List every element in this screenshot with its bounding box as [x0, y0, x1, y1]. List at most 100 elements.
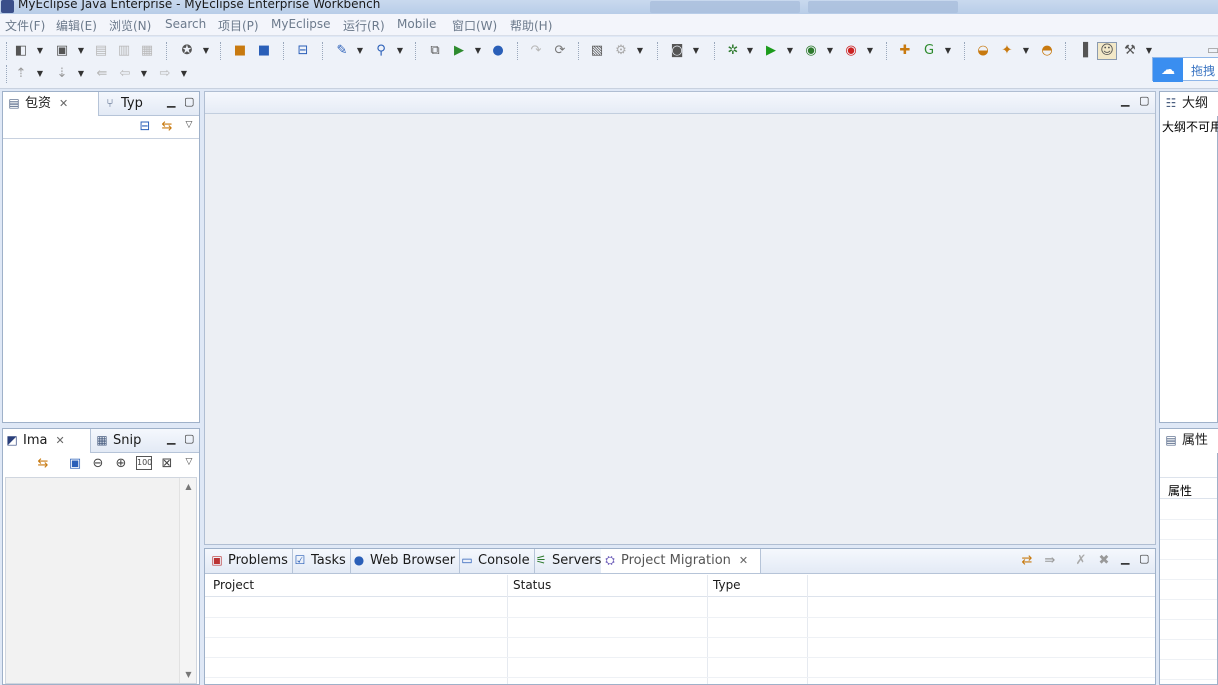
menu-navigate[interactable]: 浏览(N) — [109, 17, 151, 34]
forward-icon[interactable]: ⇨ — [157, 66, 173, 82]
run-config-dropdown-icon[interactable]: ▼ — [474, 43, 482, 59]
link-icon[interactable]: ⇆ — [35, 456, 51, 472]
tab-snippets[interactable]: ▦ Snip — [93, 429, 141, 453]
forward-dropdown-icon[interactable]: ▼ — [180, 66, 188, 82]
new-icon[interactable]: ◧ — [13, 43, 29, 59]
save-icon[interactable]: ▤ — [93, 43, 109, 59]
search-dropdown-icon[interactable]: ▼ — [396, 43, 404, 59]
zoom-in-icon[interactable]: ⊕ — [113, 456, 129, 472]
open-type-dropdown-icon[interactable]: ▼ — [202, 43, 210, 59]
maximize-icon[interactable]: ▢ — [1139, 94, 1149, 107]
properties-column-header[interactable]: 属性 — [1160, 477, 1217, 499]
settings-dropdown-icon[interactable]: ▼ — [636, 43, 644, 59]
tab-tasks[interactable]: ☑ Tasks — [291, 549, 351, 573]
coverage-icon[interactable]: ◉ — [803, 43, 819, 59]
minimize-icon[interactable]: ▁ — [1121, 552, 1129, 565]
link-with-editor-icon[interactable]: ⇆ — [159, 119, 175, 135]
next-annotation-dropdown-icon[interactable]: ▼ — [77, 66, 85, 82]
fit-window-icon[interactable]: ⊠ — [159, 456, 175, 472]
new-web-project-icon[interactable]: ▧ — [589, 43, 605, 59]
settings-icon[interactable]: ⚙ — [613, 43, 629, 59]
close-icon[interactable]: ✕ — [55, 434, 64, 447]
cloud-drag-button[interactable]: ☁ 拖拽 — [1152, 57, 1218, 82]
tab-web-browser[interactable]: ● Web Browser — [350, 549, 461, 573]
server-lock-icon[interactable]: ⊟ — [295, 43, 311, 59]
annotation-dropdown-icon[interactable]: ▼ — [36, 66, 44, 82]
close-icon[interactable]: ✕ — [59, 97, 68, 110]
edit-dropdown-icon[interactable]: ▼ — [356, 43, 364, 59]
external-tools-dropdown-icon[interactable]: ▼ — [866, 43, 874, 59]
run-icon[interactable]: ▶ — [763, 43, 779, 59]
new-package-icon[interactable]: G — [921, 43, 937, 59]
tab-problems[interactable]: ▣ Problems — [208, 549, 293, 573]
maximize-icon[interactable]: ▢ — [184, 95, 194, 108]
search-icon[interactable]: ⚲ — [373, 43, 389, 59]
remove-all-icon[interactable]: ✖ — [1096, 553, 1112, 569]
menu-mobile[interactable]: Mobile — [397, 17, 436, 31]
globe-icon[interactable]: ● — [490, 43, 506, 59]
view-menu-icon[interactable]: ▽ — [181, 117, 197, 133]
open-folder-icon[interactable]: ◒ — [975, 43, 991, 59]
menu-window[interactable]: 窗口(W) — [452, 17, 497, 34]
redo-icon[interactable]: ↷ — [528, 43, 544, 59]
wand-icon[interactable]: ✦ — [999, 43, 1015, 59]
menu-edit[interactable]: 编辑(E) — [56, 17, 97, 34]
external-tools-icon[interactable]: ◉ — [843, 43, 859, 59]
menu-help[interactable]: 帮助(H) — [510, 17, 552, 34]
edit-icon[interactable]: ✎ — [334, 43, 350, 59]
run-dropdown-icon[interactable]: ▼ — [786, 43, 794, 59]
expand-icon[interactable]: ⇛ — [1042, 553, 1058, 569]
back-dropdown-icon[interactable]: ▼ — [140, 66, 148, 82]
new-package-dropdown-icon[interactable]: ▼ — [944, 43, 952, 59]
view-menu-icon[interactable]: ▽ — [181, 454, 197, 470]
new-class-icon[interactable]: ✚ — [897, 43, 913, 59]
save-all-icon[interactable]: ▥ — [116, 43, 132, 59]
minimize-icon[interactable]: ▁ — [167, 95, 175, 108]
refresh-icon[interactable]: ⟳ — [552, 43, 568, 59]
collapse-all-icon[interactable]: ⊟ — [137, 119, 153, 135]
new-project-icon[interactable]: ▣ — [54, 43, 70, 59]
refresh-migration-icon[interactable]: ⇄ — [1019, 553, 1035, 569]
camera-icon[interactable]: ◙ — [669, 43, 685, 59]
menu-run[interactable]: 运行(R) — [343, 17, 385, 34]
next-annotation-icon[interactable]: ⇣ — [54, 66, 70, 82]
coverage-dropdown-icon[interactable]: ▼ — [826, 43, 834, 59]
scroll-up-icon[interactable]: ▲ — [180, 482, 197, 491]
debug-dropdown-icon[interactable]: ▼ — [746, 43, 754, 59]
new-project-dropdown-icon[interactable]: ▼ — [77, 43, 85, 59]
minimize-icon[interactable]: ▁ — [1121, 94, 1129, 107]
perspective-java-icon[interactable]: ▐ — [1075, 43, 1091, 59]
minimize-icon[interactable]: ▁ — [167, 432, 175, 445]
run-config-icon[interactable]: ▶ — [451, 43, 467, 59]
tab-image-preview[interactable]: ◩ Ima ✕ — [3, 429, 91, 453]
new-dropdown-icon[interactable]: ▼ — [36, 43, 44, 59]
menu-search[interactable]: Search — [165, 17, 206, 31]
tab-type-hierarchy[interactable]: ⑂ Typ — [101, 92, 142, 116]
open-type-icon[interactable]: ✪ — [179, 43, 195, 59]
column-project[interactable]: Project — [213, 578, 254, 592]
scroll-down-icon[interactable]: ▼ — [180, 670, 197, 679]
annotation-icon[interactable]: ⇡ — [13, 66, 29, 82]
maximize-icon[interactable]: ▢ — [184, 432, 194, 445]
menu-project[interactable]: 项目(P) — [218, 17, 259, 34]
tab-outline[interactable]: ☷ 大纲 — [1160, 92, 1218, 116]
remove-icon[interactable]: ✗ — [1073, 553, 1089, 569]
tab-project-migration[interactable]: ⛭ Project Migration ✕ — [601, 549, 762, 573]
last-edit-icon[interactable]: ⇚ — [94, 66, 110, 82]
hammer-icon[interactable]: ⚒ — [1122, 43, 1138, 59]
fit-image-icon[interactable]: ▣ — [67, 456, 83, 472]
tab-servers[interactable]: ⚟ Servers — [532, 549, 607, 573]
print-icon[interactable]: ▦ — [139, 43, 155, 59]
back-icon[interactable]: ⇦ — [117, 66, 133, 82]
column-type[interactable]: Type — [713, 578, 741, 592]
tab-console[interactable]: ▭ Console — [458, 549, 535, 573]
menu-myeclipse[interactable]: MyEclipse — [271, 17, 331, 31]
open-perspective-icon[interactable]: ⧉ — [427, 43, 443, 59]
wand-dropdown-icon[interactable]: ▼ — [1022, 43, 1030, 59]
debug-icon[interactable]: ✲ — [725, 43, 741, 59]
menu-file[interactable]: 文件(F) — [5, 17, 45, 34]
camera-dropdown-icon[interactable]: ▼ — [692, 43, 700, 59]
vertical-scrollbar[interactable]: ▲ ▼ — [179, 478, 196, 683]
maximize-icon[interactable]: ▢ — [1139, 552, 1149, 565]
zoom-out-icon[interactable]: ⊖ — [90, 456, 106, 472]
